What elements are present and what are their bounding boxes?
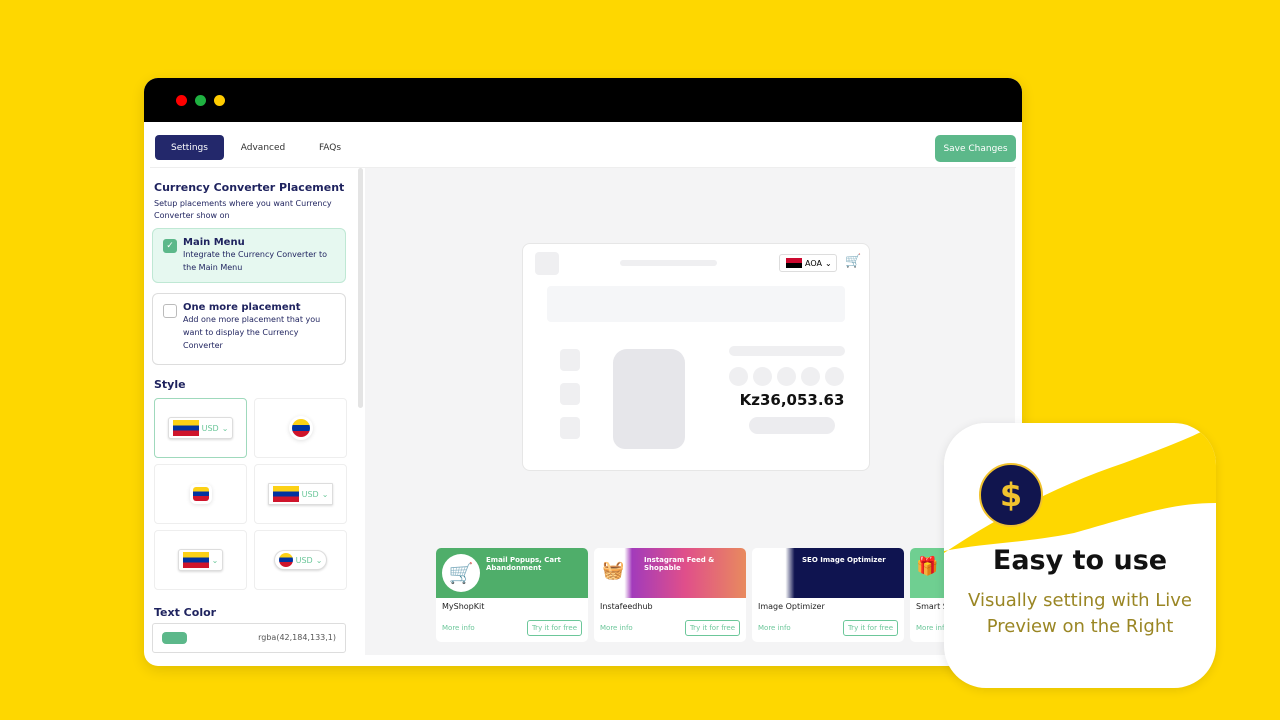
minimize-dot[interactable] (195, 95, 206, 106)
currency-label: USD (295, 555, 313, 565)
app-window: Settings Advanced FAQs Save Changes Curr… (144, 78, 1022, 666)
option-title: Main Menu (183, 237, 245, 248)
cart-icon[interactable]: 🛒 (845, 254, 861, 269)
option-main-menu[interactable]: ✓ Main Menu Integrate the Currency Conve… (152, 228, 346, 283)
thumbnail-backpack-icon (560, 349, 580, 371)
product-price: Kz36,053.63 (739, 391, 845, 409)
more-info-link[interactable]: More info (442, 624, 475, 632)
backpack-image-icon (613, 349, 685, 449)
try-free-button[interactable]: Try it for free (684, 620, 740, 636)
currency-switcher[interactable]: AOA ⌄ (779, 254, 837, 272)
currency-label: USD (201, 423, 219, 433)
currency-coin-logo-icon: $ (979, 463, 1043, 527)
tab-settings[interactable]: Settings (155, 135, 224, 160)
checkbox-icon[interactable] (163, 304, 177, 318)
option-desc: Integrate the Currency Converter to the … (183, 250, 328, 272)
style-option-1[interactable]: USD ⌄ (154, 398, 247, 458)
style-title: Style (154, 378, 186, 391)
nav-placeholder (620, 260, 717, 266)
swatch-placeholders (729, 367, 844, 386)
app-card-instafeedhub: 🧺 Instagram Feed & Shopable Instafeedhub … (594, 548, 746, 642)
tab-faqs[interactable]: FAQs (305, 135, 355, 160)
save-changes-button[interactable]: Save Changes (935, 135, 1016, 162)
app-name: Image Optimizer (758, 602, 825, 611)
app-name: MyShopKit (442, 602, 485, 611)
close-dot[interactable] (176, 95, 187, 106)
venezuela-flag-icon (272, 486, 299, 502)
app-card-image-optimizer: 🛍 SEO Image Optimizer Image Optimizer Mor… (752, 548, 904, 642)
more-info-link[interactable]: More inf (916, 624, 944, 632)
checkbox-checked-icon[interactable]: ✓ (163, 239, 177, 253)
store-preview: AOA ⌄ 🛒 Kz36,053.63 (522, 243, 870, 471)
venezuela-flag-icon (192, 487, 209, 501)
app-card-myshopkit: 🛒 Email Popups, Cart Abandonment MyShopKi… (436, 548, 588, 642)
title-bar (144, 78, 1022, 122)
try-free-button[interactable]: Try it for free (526, 620, 582, 636)
option-desc: Add one more placement that you want to … (183, 315, 321, 350)
thumbnail-backpack-icon (560, 417, 580, 439)
style-option-6[interactable]: USD ⌄ (254, 530, 347, 590)
maximize-dot[interactable] (214, 95, 225, 106)
text-color-input[interactable]: rgba(42,184,133,1) (152, 623, 346, 653)
venezuela-flag-icon (182, 552, 209, 568)
venezuela-flag-icon (278, 553, 293, 567)
basket-icon: 🧺 (602, 560, 625, 581)
promo-text: Visually setting with Live Preview on th… (968, 590, 1192, 637)
currency-code: AOA (805, 258, 822, 268)
style-option-3[interactable] (154, 464, 247, 524)
more-info-link[interactable]: More info (758, 624, 791, 632)
live-preview-area: AOA ⌄ 🛒 Kz36,053.63 🛒 Email Popups, Cart A… (365, 168, 1022, 655)
banner-placeholder (547, 286, 845, 322)
option-one-more-placement[interactable]: One more placement Add one more placemen… (152, 293, 346, 365)
add-to-cart-placeholder (749, 417, 835, 434)
placement-subtitle: Setup placements where you want Currency… (154, 199, 332, 220)
venezuela-flag-icon (172, 420, 199, 436)
venezuela-flag-icon (291, 419, 310, 437)
tab-advanced[interactable]: Advanced (232, 135, 294, 160)
settings-sidebar: Currency Converter Placement Setup place… (150, 168, 360, 658)
app-name: Instafeedhub (600, 602, 653, 611)
tab-bar: Settings Advanced FAQs Save Changes (150, 125, 1016, 168)
app-banner: 🛍 SEO Image Optimizer (752, 548, 904, 598)
more-info-link[interactable]: More info (600, 624, 633, 632)
color-swatch[interactable] (162, 632, 187, 644)
thumbnail-backpack-icon (560, 383, 580, 405)
shopping-bag-icon: 🛍 (760, 560, 783, 581)
currency-label: USD (301, 489, 319, 499)
title-placeholder (729, 346, 845, 356)
app-banner: 🧺 Instagram Feed & Shopable (594, 548, 746, 598)
text-color-title: Text Color (154, 606, 217, 619)
color-value: rgba(42,184,133,1) (258, 633, 336, 642)
sidebar-scrollbar[interactable] (358, 168, 363, 408)
style-option-5[interactable]: ⌄ (154, 530, 247, 590)
angola-flag-icon (786, 258, 802, 268)
promo-title: Easy to use (992, 545, 1168, 576)
logo-placeholder (535, 252, 559, 275)
cart-icon: 🛒 (442, 554, 480, 592)
app-banner: 🛒 Email Popups, Cart Abandonment (436, 548, 588, 598)
gift-icon: 🎁 (916, 556, 939, 577)
promo-card: $ Easy to use Visually setting with Live… (944, 423, 1216, 688)
style-option-2[interactable] (254, 398, 347, 458)
try-free-button[interactable]: Try it for free (842, 620, 898, 636)
option-title: One more placement (183, 302, 301, 313)
style-option-4[interactable]: USD ⌄ (254, 464, 347, 524)
placement-title: Currency Converter Placement (154, 181, 345, 194)
